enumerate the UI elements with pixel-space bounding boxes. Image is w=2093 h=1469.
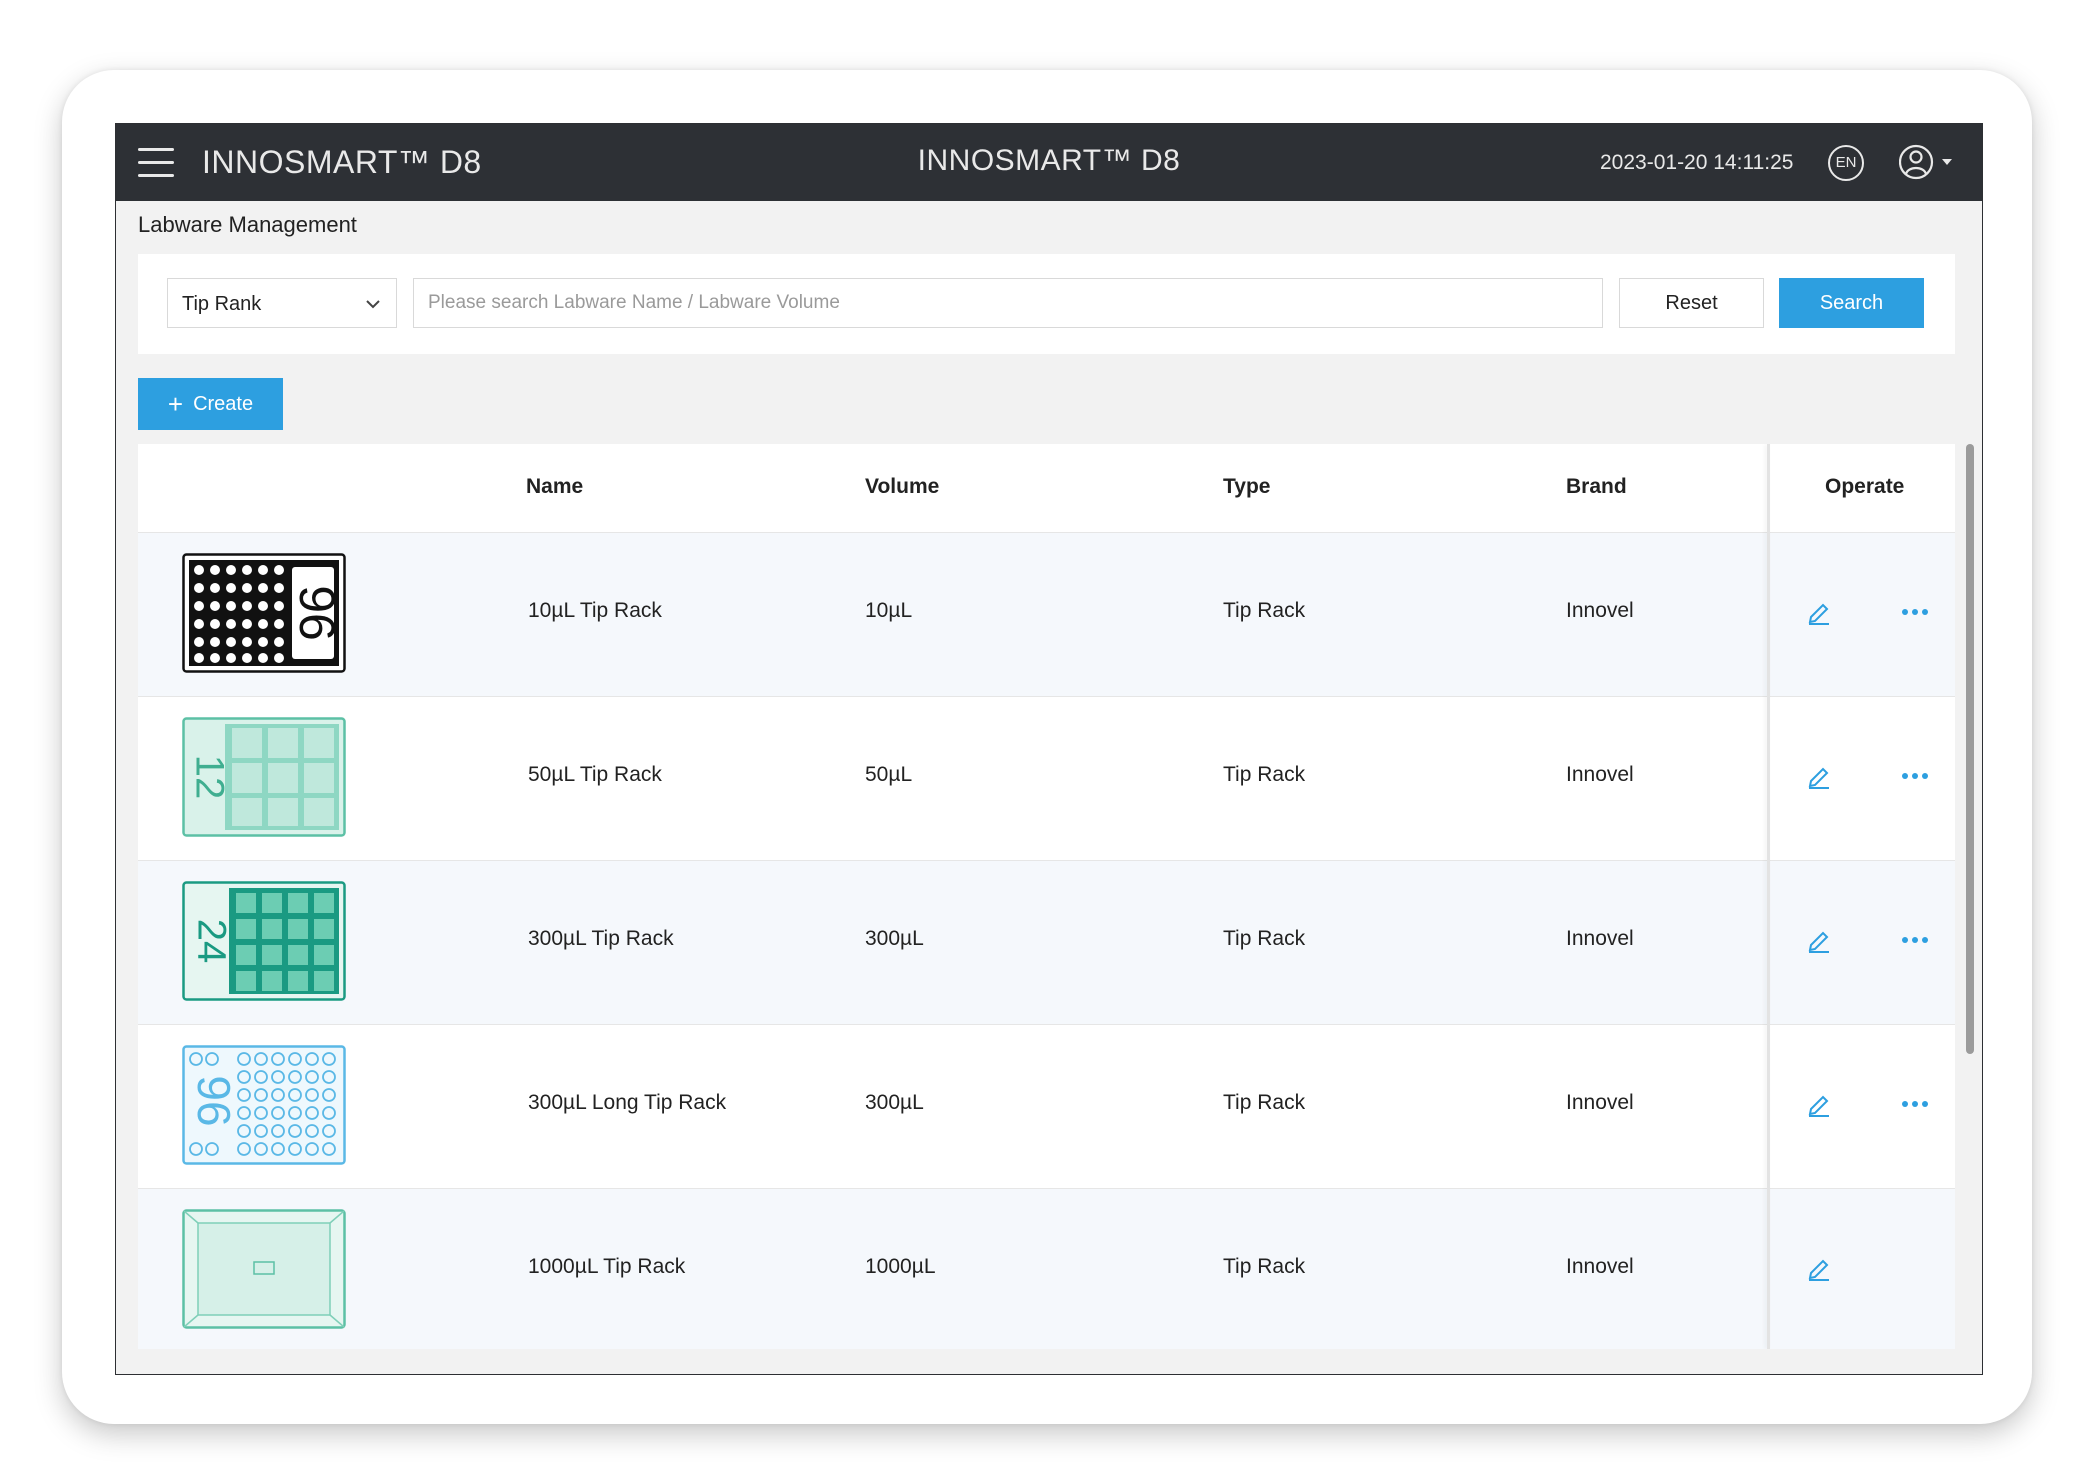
cell-brand: Innovel	[1566, 1255, 1634, 1278]
search-input[interactable]	[413, 278, 1603, 328]
labware-thumbnail-12-teal: 12	[182, 717, 346, 837]
cell-volume: 10µL	[865, 599, 913, 622]
create-label: Create	[193, 392, 254, 415]
chevron-down-icon	[366, 300, 380, 309]
app-screen: INNOSMART™ D8 INNOSMART™ D8 2023-01-20 1…	[115, 123, 1983, 1375]
search-panel: Tip Rank Reset Search	[138, 254, 1955, 354]
edit-icon[interactable]	[1806, 927, 1832, 953]
table-row[interactable]: 24 300µL Tip Rack 300µL Tip Rack Innovel	[138, 861, 1955, 1025]
plus-icon: +	[167, 389, 184, 419]
cell-type: Tip Rack	[1223, 1255, 1306, 1278]
labware-category-select[interactable]: Tip Rank	[167, 278, 397, 328]
page-title: Labware Management	[138, 212, 357, 237]
cell-name: 10µL Tip Rack	[528, 599, 662, 622]
cell-volume: 300µL	[865, 1091, 924, 1114]
cell-name: 1000µL Tip Rack	[528, 1255, 686, 1278]
cell-name: 300µL Long Tip Rack	[528, 1091, 727, 1114]
table-header: Name Volume Type Brand Operate	[138, 444, 1955, 533]
cell-type: Tip Rack	[1223, 927, 1306, 950]
language-switch[interactable]: EN	[1828, 145, 1864, 181]
more-options-icon[interactable]	[1900, 935, 1930, 945]
create-button[interactable]: + Create	[138, 378, 283, 430]
table-row[interactable]: 12 50µL Tip Rack 50µL Tip Rack Innovel	[138, 697, 1955, 861]
cell-type: Tip Rack	[1223, 763, 1306, 786]
cell-type: Tip Rack	[1223, 599, 1306, 622]
column-header-volume: Volume	[865, 475, 940, 498]
labware-thumbnail-96-blue: 96	[182, 1045, 346, 1165]
table-row[interactable]: 96 300µL Long Tip Rack 300µL Tip Rack In…	[138, 1025, 1955, 1189]
table-row[interactable]: 96 10µL Tip Rack 10µL Tip Rack Innovel	[138, 533, 1955, 697]
operate-column-divider	[1767, 444, 1770, 1349]
caret-down-icon	[1942, 159, 1952, 165]
cell-name: 50µL Tip Rack	[528, 763, 662, 786]
column-header-brand: Brand	[1566, 475, 1627, 498]
cell-volume: 50µL	[865, 763, 913, 786]
edit-icon[interactable]	[1806, 1255, 1832, 1281]
search-button[interactable]: Search	[1779, 278, 1924, 328]
clock-datetime: 2023-01-20 14:11:25	[1600, 151, 1794, 174]
select-value: Tip Rank	[182, 293, 262, 315]
cell-volume: 300µL	[865, 927, 924, 950]
thumbnail-label: 96	[188, 1075, 240, 1126]
thumbnail-label: 24	[189, 919, 233, 964]
cell-brand: Innovel	[1566, 763, 1634, 786]
labware-thumbnail-24-teal: 24	[182, 881, 346, 1001]
more-options-icon[interactable]	[1900, 1099, 1930, 1109]
table-scrollbar[interactable]	[1966, 444, 1974, 1054]
cell-name: 300µL Tip Rack	[528, 927, 674, 950]
edit-icon[interactable]	[1806, 599, 1832, 625]
edit-icon[interactable]	[1806, 1091, 1832, 1117]
top-bar: INNOSMART™ D8 INNOSMART™ D8 2023-01-20 1…	[116, 124, 1982, 201]
cell-volume: 1000µL	[865, 1255, 936, 1278]
cell-brand: Innovel	[1566, 1091, 1634, 1114]
user-menu[interactable]	[1898, 143, 1963, 181]
cell-type: Tip Rack	[1223, 1091, 1306, 1114]
labware-thumbnail-reservoir	[182, 1209, 346, 1329]
more-options-icon[interactable]	[1900, 607, 1930, 617]
labware-thumbnail-96-black: 96	[182, 553, 346, 673]
thumbnail-label: 12	[187, 755, 231, 800]
cell-brand: Innovel	[1566, 927, 1634, 950]
column-header-name: Name	[526, 475, 584, 498]
reset-button[interactable]: Reset	[1619, 278, 1764, 328]
column-header-type: Type	[1223, 475, 1271, 498]
labware-table: Name Volume Type Brand Operate 96 10µL T…	[138, 444, 1955, 1349]
user-avatar-icon	[1898, 144, 1952, 180]
column-header-operate: Operate	[1825, 475, 1905, 498]
more-options-icon[interactable]	[1900, 771, 1930, 781]
thumbnail-label: 96	[289, 585, 345, 641]
table-row[interactable]: 1000µL Tip Rack 1000µL Tip Rack Innovel	[138, 1189, 1955, 1349]
edit-icon[interactable]	[1806, 763, 1832, 789]
cell-brand: Innovel	[1566, 599, 1634, 622]
